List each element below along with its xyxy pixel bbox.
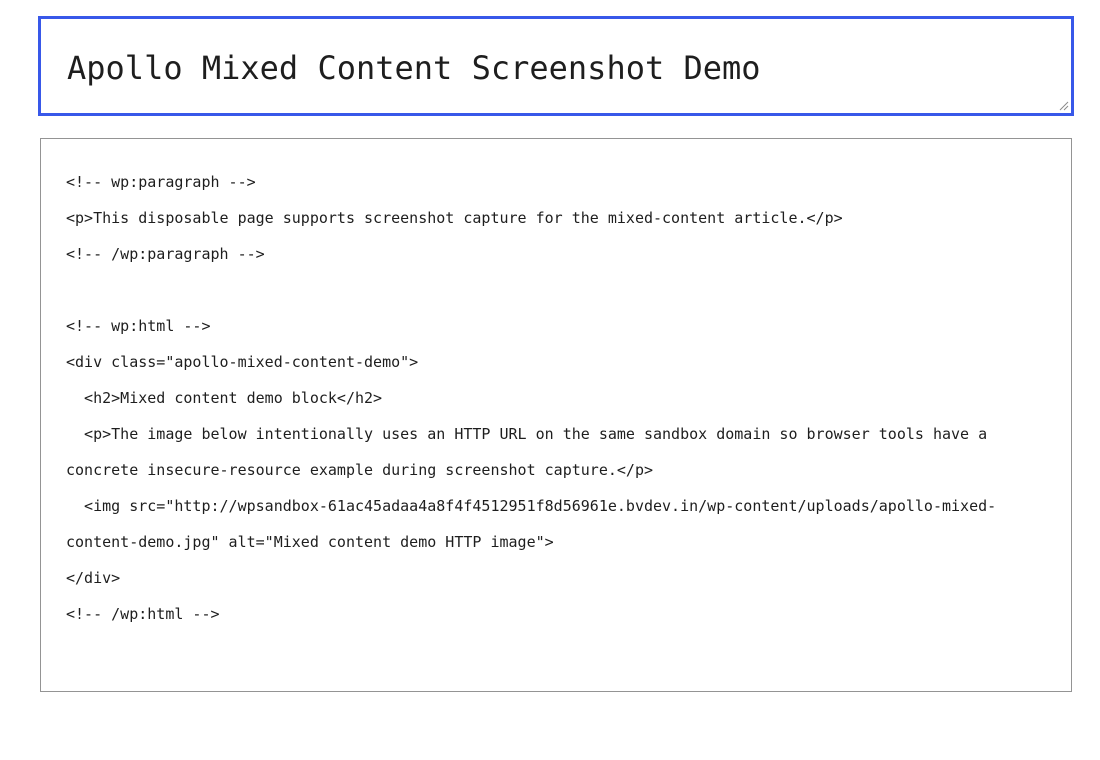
code-line: <!-- wp:paragraph --> <box>66 173 256 191</box>
post-title-input[interactable]: Apollo Mixed Content Screenshot Demo <box>38 16 1074 116</box>
code-line: <div class="apollo-mixed-content-demo"> <box>66 353 419 371</box>
code-editor-textarea[interactable]: <!-- wp:paragraph --> <p>This disposable… <box>40 138 1072 692</box>
code-line: <h2>Mixed content demo block</h2> <box>66 389 383 407</box>
code-lines: <!-- wp:paragraph --> <p>This disposable… <box>66 164 1026 632</box>
code-line: <!-- wp:html --> <box>66 317 211 335</box>
code-line: <p>This disposable page supports screens… <box>66 209 843 227</box>
code-line: content-demo.jpg" alt="Mixed content dem… <box>66 533 554 551</box>
code-line: <img src="http://wpsandbox-61ac45adaa4a8… <box>66 497 997 515</box>
code-line: <p>The image below intentionally uses an… <box>66 425 988 443</box>
resize-grip-icon[interactable] <box>1059 101 1069 111</box>
post-title-text: Apollo Mixed Content Screenshot Demo <box>67 49 761 87</box>
code-line: <!-- /wp:html --> <box>66 605 220 623</box>
code-line: concrete insecure-resource example durin… <box>66 461 653 479</box>
code-line: <!-- /wp:paragraph --> <box>66 245 265 263</box>
code-line: </div> <box>66 569 121 587</box>
